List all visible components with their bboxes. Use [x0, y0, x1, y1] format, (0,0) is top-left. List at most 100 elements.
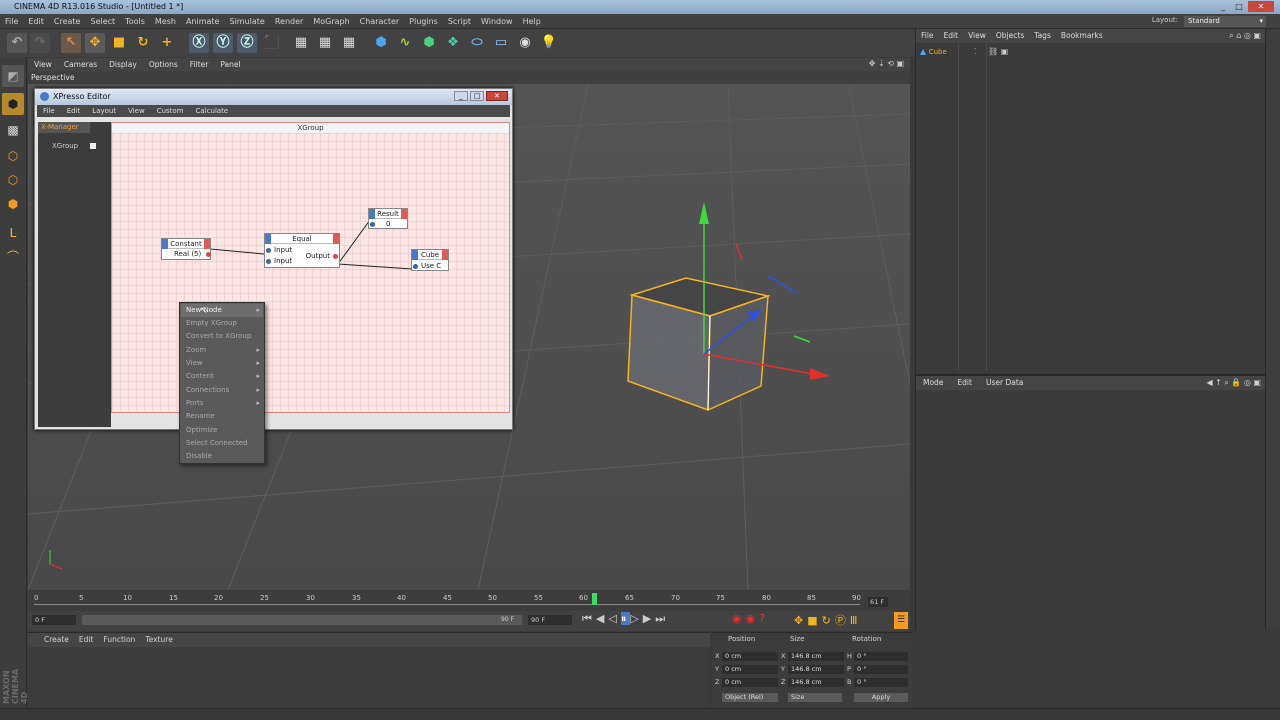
render-picture-viewer-icon[interactable]: ▦: [315, 33, 335, 53]
mat-menu-edit[interactable]: Edit: [74, 633, 99, 647]
x-axis-icon[interactable]: Ⓧ: [189, 33, 209, 53]
pos-z-field[interactable]: 0 cm: [722, 678, 778, 687]
render-view-icon[interactable]: ▦: [291, 33, 311, 53]
coord-mode-dropdown[interactable]: Object (Rel): [722, 693, 778, 702]
om-menu-view[interactable]: View: [963, 29, 991, 43]
ctx-view[interactable]: View: [181, 357, 263, 370]
xpresso-editor-window[interactable]: XPresso Editor _ □ ✕ File Edit Layout Vi…: [34, 88, 513, 430]
ctx-select-connected[interactable]: Select Connected: [181, 437, 263, 450]
ctx-rename[interactable]: Rename: [181, 410, 263, 423]
menu-edit[interactable]: Edit: [23, 14, 49, 29]
pos-x-field[interactable]: 0 cm: [722, 652, 778, 661]
ctx-new-node[interactable]: New Node: [181, 304, 263, 317]
xp-minimize-button[interactable]: _: [454, 91, 468, 101]
menu-help[interactable]: Help: [518, 14, 546, 29]
am-menu-mode[interactable]: Mode: [916, 376, 950, 390]
deformer-icon[interactable]: ⬭: [467, 33, 487, 53]
xp-close-button[interactable]: ✕: [486, 91, 508, 101]
x-manager-tab[interactable]: X-Manager: [38, 122, 90, 133]
nurbs-icon[interactable]: ⬢: [419, 33, 439, 53]
points-mode-icon[interactable]: ⬡: [2, 145, 24, 167]
spline-icon[interactable]: ∿: [395, 33, 415, 53]
rotate-tool-icon[interactable]: ↻: [133, 33, 153, 53]
rot-p-field[interactable]: 0 °: [854, 665, 908, 674]
end-frame-field[interactable]: 90 F: [528, 615, 572, 625]
rot-b-field[interactable]: 0 °: [854, 678, 908, 687]
xp-menu-edit[interactable]: Edit: [61, 105, 87, 117]
move-tool-icon[interactable]: ✥: [85, 33, 105, 53]
polygons-mode-icon[interactable]: ⬢: [2, 193, 24, 215]
size-mode-dropdown[interactable]: Size: [788, 693, 842, 702]
right-side-tabs[interactable]: [1265, 29, 1280, 629]
menu-create[interactable]: Create: [49, 14, 86, 29]
mat-menu-texture[interactable]: Texture: [140, 633, 177, 647]
cube-node[interactable]: Cube Use C: [411, 249, 449, 271]
vp-menu-display[interactable]: Display: [103, 58, 143, 71]
om-menu-objects[interactable]: Objects: [991, 29, 1029, 43]
vp-menu-options[interactable]: Options: [143, 58, 184, 71]
size-y-field[interactable]: 146.8 cm: [788, 665, 844, 674]
mat-menu-create[interactable]: Create: [28, 633, 74, 647]
light-icon[interactable]: 💡: [539, 33, 559, 53]
ctx-ports[interactable]: Ports: [181, 397, 263, 410]
menu-character[interactable]: Character: [355, 14, 405, 29]
viewport-nav-icons[interactable]: ✥ ⇣ ⟲ ▣: [869, 59, 904, 68]
texture-mode-icon[interactable]: ▩: [2, 119, 24, 141]
xgroup-checkbox[interactable]: [90, 143, 96, 149]
menu-script[interactable]: Script: [443, 14, 476, 29]
vp-menu-cameras[interactable]: Cameras: [58, 58, 103, 71]
apply-button[interactable]: Apply: [854, 693, 908, 702]
menu-animate[interactable]: Animate: [181, 14, 225, 29]
vp-menu-filter[interactable]: Filter: [184, 58, 215, 71]
am-menu-edit[interactable]: Edit: [950, 376, 979, 390]
tag-icon[interactable]: ⛓ ▣: [988, 47, 1008, 56]
last-tool-icon[interactable]: +: [157, 33, 177, 53]
pause-icon[interactable]: ⏸: [620, 612, 631, 625]
cube-object[interactable]: [627, 277, 771, 412]
ctx-connections[interactable]: Connections: [181, 384, 263, 397]
xp-menu-file[interactable]: File: [37, 105, 61, 117]
search-icon[interactable]: ⌕ ⌂ ◎ ▣: [1229, 31, 1261, 41]
model-mode-icon[interactable]: ⬢: [2, 93, 24, 115]
xp-menu-view[interactable]: View: [122, 105, 151, 117]
menu-file[interactable]: File: [0, 14, 23, 29]
menu-plugins[interactable]: Plugins: [404, 14, 443, 29]
edges-mode-icon[interactable]: ⬡: [2, 169, 24, 191]
record-controls[interactable]: ◉◉?: [732, 612, 769, 625]
vp-menu-view[interactable]: View: [28, 58, 58, 71]
constant-node[interactable]: Constant Real (5): [161, 238, 211, 260]
pos-y-field[interactable]: 0 cm: [722, 665, 778, 674]
om-menu-tags[interactable]: Tags: [1029, 29, 1056, 43]
size-z-field[interactable]: 146.8 cm: [788, 678, 844, 687]
menu-select[interactable]: Select: [85, 14, 120, 29]
visibility-dots-icon[interactable]: ⁚: [974, 47, 977, 56]
timeline-menu-icon[interactable]: ☰: [894, 612, 908, 629]
layout-dropdown[interactable]: Standard ▾: [1184, 16, 1266, 27]
menu-mograph[interactable]: MoGraph: [308, 14, 354, 29]
om-menu-bookmarks[interactable]: Bookmarks: [1056, 29, 1108, 43]
xp-maximize-button[interactable]: □: [470, 91, 484, 101]
xgroup-tree-item[interactable]: XGroup: [52, 142, 78, 150]
om-menu-file[interactable]: File: [916, 29, 939, 43]
nav-arrows-icon[interactable]: ◀ ↑ ⌕ 🔒 ◎ ▣: [1206, 378, 1261, 388]
size-x-field[interactable]: 146.8 cm: [788, 652, 844, 661]
ctx-empty-xgroup[interactable]: Empty XGroup: [181, 317, 263, 330]
menu-simulate[interactable]: Simulate: [224, 14, 269, 29]
rot-h-field[interactable]: 0 °: [854, 652, 908, 661]
xpresso-title-bar[interactable]: XPresso Editor _ □ ✕: [35, 89, 512, 105]
menu-tools[interactable]: Tools: [120, 14, 150, 29]
y-axis-icon[interactable]: Ⓨ: [213, 33, 233, 53]
make-editable-icon[interactable]: ◩: [2, 65, 24, 87]
array-icon[interactable]: ❖: [443, 33, 463, 53]
menu-render[interactable]: Render: [270, 14, 308, 29]
menu-window[interactable]: Window: [476, 14, 518, 29]
xp-menu-calculate[interactable]: Calculate: [190, 105, 235, 117]
redo-icon[interactable]: ↷: [30, 33, 50, 53]
ctx-convert-xgroup[interactable]: Convert to XGroup: [181, 330, 263, 343]
om-menu-edit[interactable]: Edit: [939, 29, 964, 43]
equal-node[interactable]: Equal Input Input Output: [264, 233, 340, 268]
range-slider[interactable]: 90 F: [82, 615, 522, 625]
scale-tool-icon[interactable]: ■: [109, 33, 129, 53]
snap-icon[interactable]: ⌒: [2, 246, 24, 268]
result-node[interactable]: Result 0: [368, 208, 408, 229]
